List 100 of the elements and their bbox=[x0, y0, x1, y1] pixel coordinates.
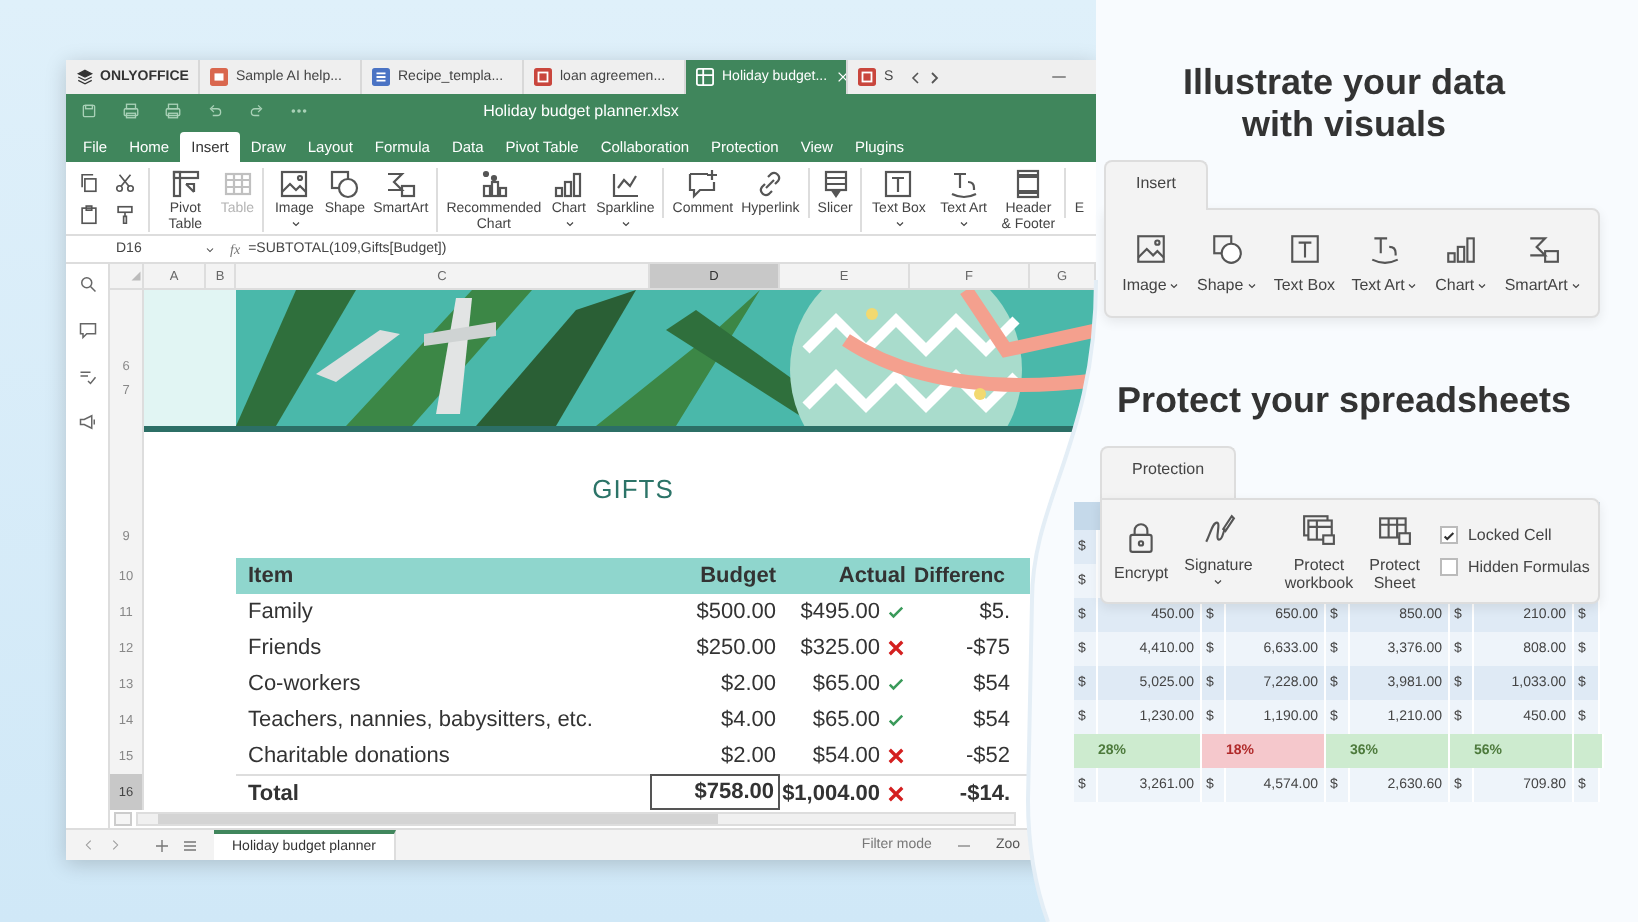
checkbox-label[interactable]: Hidden Formulas bbox=[1467, 558, 1590, 576]
signature-icon[interactable] bbox=[1201, 511, 1236, 545]
megaphone-icon[interactable] bbox=[77, 412, 97, 432]
comment-icon[interactable] bbox=[686, 168, 719, 200]
image-icon[interactable] bbox=[1134, 232, 1169, 266]
highlighted-cell bbox=[144, 290, 236, 426]
caret-icon[interactable] bbox=[1168, 279, 1181, 292]
sheet-lock-icon[interactable] bbox=[1377, 511, 1412, 545]
toolbar-button[interactable]: SmartArt bbox=[1504, 276, 1582, 294]
toolbar-button[interactable]: Chart bbox=[1435, 276, 1489, 294]
toolbar-button[interactable]: Signature bbox=[1184, 555, 1253, 591]
heading: Illustrate your data with visuals bbox=[1180, 62, 1508, 146]
layers-icon bbox=[76, 68, 94, 86]
table-header-cell: Actual bbox=[780, 558, 910, 594]
workbook-lock-icon[interactable] bbox=[1301, 511, 1336, 545]
bar-chart-icon[interactable] bbox=[1444, 232, 1479, 266]
redo-icon[interactable] bbox=[248, 102, 266, 120]
header-footer-icon[interactable] bbox=[1012, 168, 1045, 200]
table-cell: $325.00 bbox=[800, 636, 880, 660]
caret-icon[interactable] bbox=[1569, 279, 1582, 292]
print-icon[interactable] bbox=[122, 102, 140, 120]
add-icon[interactable] bbox=[154, 837, 170, 853]
cut-icon[interactable] bbox=[114, 172, 136, 194]
search-icon[interactable] bbox=[77, 274, 97, 294]
slicer-icon[interactable] bbox=[819, 168, 852, 200]
spreadsheet-icon bbox=[696, 68, 714, 86]
caret-icon[interactable] bbox=[563, 217, 576, 230]
caret-icon[interactable] bbox=[893, 217, 906, 230]
table-cell-text: Co-workers bbox=[246, 670, 363, 700]
caret-icon[interactable] bbox=[289, 217, 302, 230]
bar-chart-icon[interactable] bbox=[552, 168, 585, 200]
line-chart-icon[interactable] bbox=[609, 168, 642, 200]
table-cell[interactable]: $4.00 bbox=[650, 702, 780, 738]
protection-tab[interactable]: Protection bbox=[1100, 446, 1237, 498]
table-cell[interactable]: $250.00 bbox=[650, 630, 780, 666]
sheet-title: GIFTS bbox=[592, 474, 674, 504]
table-cell[interactable]: $500.00 bbox=[650, 594, 780, 630]
shapes-icon[interactable] bbox=[328, 168, 361, 200]
toolbar-button[interactable]: Encrypt bbox=[1114, 564, 1169, 582]
copy-icon[interactable] bbox=[78, 172, 100, 194]
format-painter-icon[interactable] bbox=[114, 204, 136, 226]
text-art-icon[interactable] bbox=[1368, 232, 1403, 266]
table-cell[interactable]: $758.00 bbox=[650, 774, 780, 810]
table-header-cell: Budget bbox=[650, 558, 780, 594]
comment-icon[interactable] bbox=[77, 320, 97, 340]
chevron-right-icon[interactable] bbox=[925, 69, 942, 85]
table-header-cell: Differenc bbox=[910, 558, 1030, 594]
toolbar-button[interactable]: Protect Sheet bbox=[1369, 555, 1420, 591]
table-header-cell: Item bbox=[236, 558, 650, 594]
toolbar-button[interactable]: Text Box bbox=[1273, 276, 1336, 294]
save-icon[interactable] bbox=[80, 102, 98, 120]
table-cell: Total bbox=[236, 774, 650, 810]
toolbar-button[interactable]: Shape bbox=[1197, 276, 1258, 294]
spellcheck-icon[interactable] bbox=[77, 366, 97, 386]
text-box-icon[interactable] bbox=[1287, 232, 1322, 266]
text-box-icon[interactable] bbox=[882, 168, 915, 200]
caret-icon[interactable] bbox=[1245, 279, 1258, 292]
table-cell-text: -$52 bbox=[963, 742, 1012, 772]
checkbox[interactable] bbox=[1439, 558, 1458, 576]
diagram-icon[interactable] bbox=[1526, 232, 1561, 266]
paste-icon[interactable] bbox=[78, 204, 100, 226]
horizontal-scrollbar[interactable] bbox=[136, 812, 1016, 826]
table-cell: $1,004.00 bbox=[782, 781, 880, 805]
shapes-icon[interactable] bbox=[1210, 232, 1245, 266]
table-cell[interactable]: $2.00 bbox=[650, 666, 780, 702]
toolbar-button[interactable]: Image bbox=[1122, 276, 1181, 294]
table-cell-text: -$75 bbox=[963, 634, 1012, 664]
toolbar-button[interactable]: Text Art bbox=[1351, 276, 1419, 294]
close-icon[interactable] bbox=[835, 70, 850, 84]
table-cell: $54.00 bbox=[812, 744, 880, 768]
menu-icon[interactable] bbox=[182, 837, 198, 853]
table-cell: $65.00 bbox=[812, 708, 880, 732]
caret-icon[interactable] bbox=[204, 243, 216, 255]
table-cell[interactable]: $2.00 bbox=[650, 738, 780, 774]
table-cell: $65.00 bbox=[812, 672, 880, 696]
diagram-icon[interactable] bbox=[384, 168, 417, 200]
print-preview-icon[interactable] bbox=[164, 102, 182, 120]
table-cell-text: $54 bbox=[971, 706, 1012, 736]
window-title: Holiday budget planner.xlsx bbox=[483, 102, 679, 120]
table-cell-text: Family bbox=[246, 598, 315, 628]
chart-sparkle-icon[interactable] bbox=[477, 168, 510, 200]
table-cell-text: Charitable donations bbox=[246, 742, 452, 772]
caret-icon[interactable] bbox=[1476, 279, 1489, 292]
chevron-left-icon[interactable] bbox=[907, 69, 924, 85]
toolbar-button[interactable]: Protect workbook bbox=[1284, 555, 1354, 591]
image-icon[interactable] bbox=[278, 168, 311, 200]
caret-icon[interactable] bbox=[958, 217, 971, 230]
document-icon bbox=[372, 68, 390, 86]
insert-tab[interactable]: Insert bbox=[1104, 160, 1209, 210]
caret-icon[interactable] bbox=[1406, 279, 1419, 292]
lock-icon[interactable] bbox=[1124, 520, 1159, 554]
checkbox-label[interactable]: Locked Cell bbox=[1467, 526, 1552, 544]
pivot-table-icon[interactable] bbox=[169, 168, 202, 200]
checkbox[interactable] bbox=[1439, 526, 1458, 544]
text-art-icon[interactable] bbox=[947, 168, 980, 200]
undo-icon[interactable] bbox=[206, 102, 224, 120]
table-cell-text: $54 bbox=[971, 670, 1012, 700]
table-cell-text: $5. bbox=[977, 598, 1012, 628]
caret-icon[interactable] bbox=[620, 217, 633, 230]
caret-icon[interactable] bbox=[1212, 575, 1225, 587]
